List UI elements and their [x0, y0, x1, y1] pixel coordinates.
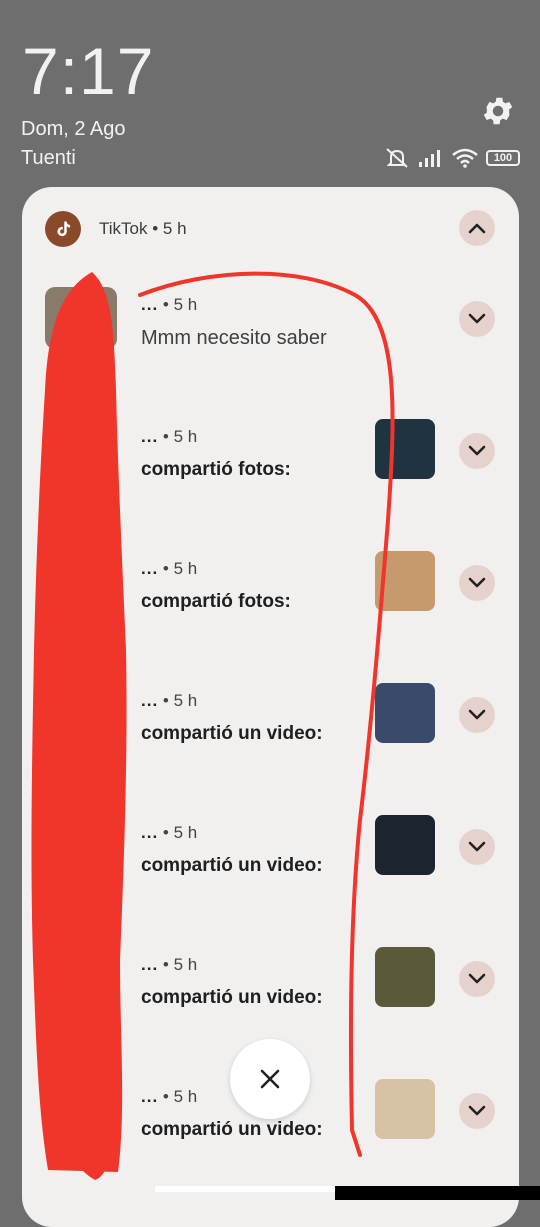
- separator-dot: •: [162, 559, 169, 578]
- media-thumbnail[interactable]: [375, 815, 435, 875]
- app-time: 5 h: [162, 219, 187, 238]
- notification-meta: ... • 5 h: [141, 955, 197, 975]
- expand-button[interactable]: [459, 961, 495, 997]
- notification-text: compartió fotos:: [141, 459, 291, 480]
- chevron-down-icon: [468, 445, 486, 456]
- separator-dot: •: [162, 1087, 169, 1106]
- app-name: TikTok • 5 h: [99, 219, 187, 239]
- notification-text: compartió un video:: [141, 723, 323, 744]
- settings-gear-icon[interactable]: [480, 93, 516, 129]
- notification-time: 5 h: [173, 955, 198, 974]
- notification-item[interactable]: ... • 5 h compartió un video:: [22, 683, 519, 815]
- separator-dot: •: [162, 955, 169, 974]
- separator-dot: •: [162, 691, 169, 710]
- notification-text: Mmm necesito saber: [141, 327, 327, 349]
- system-icons: 100: [384, 146, 520, 170]
- notification-item[interactable]: ... • 5 h Mmm necesito saber: [22, 287, 519, 419]
- notification-text: compartió un video:: [141, 855, 323, 876]
- chevron-down-icon: [468, 577, 486, 588]
- media-thumbnail[interactable]: [375, 551, 435, 611]
- chevron-down-icon: [468, 313, 486, 324]
- notification-item[interactable]: ... • 5 h compartió un video:: [22, 815, 519, 947]
- close-icon: [260, 1069, 280, 1089]
- separator-dot: •: [152, 219, 159, 238]
- avatar: [45, 551, 117, 613]
- notification-meta: ... • 5 h: [141, 1087, 197, 1107]
- separator-dot: •: [162, 823, 169, 842]
- battery-icon: 100: [486, 150, 520, 166]
- home-indicator: [155, 1186, 335, 1192]
- carrier-name: Tuenti: [21, 147, 76, 169]
- notification-item[interactable]: ... • 5 h compartió fotos:: [22, 551, 519, 683]
- notification-text: compartió fotos:: [141, 591, 291, 612]
- sender-name: ...: [141, 955, 159, 974]
- notification-item[interactable]: ... • 5 h compartió fotos:: [22, 419, 519, 551]
- signal-icon: [419, 150, 440, 167]
- expand-button[interactable]: [459, 565, 495, 601]
- chevron-down-icon: [468, 973, 486, 984]
- notification-meta: ... • 5 h: [141, 427, 197, 447]
- notification-meta: ... • 5 h: [141, 823, 197, 843]
- notification-time: 5 h: [173, 295, 198, 314]
- media-thumbnail[interactable]: [375, 419, 435, 479]
- notification-time: 5 h: [173, 823, 198, 842]
- avatar: [45, 287, 117, 349]
- sender-name: ...: [141, 427, 159, 446]
- sender-name: ...: [141, 559, 159, 578]
- media-thumbnail[interactable]: [375, 683, 435, 743]
- notification-time: 5 h: [173, 1087, 198, 1106]
- clear-all-button[interactable]: [230, 1039, 310, 1119]
- avatar: [45, 1079, 117, 1141]
- avatar: [45, 683, 117, 745]
- avatar: [45, 815, 117, 877]
- notification-time: 5 h: [173, 559, 198, 578]
- notification-meta: ... • 5 h: [141, 295, 197, 315]
- expand-button[interactable]: [459, 829, 495, 865]
- notification-text: compartió un video:: [141, 1119, 323, 1140]
- expand-button[interactable]: [459, 697, 495, 733]
- nav-bar-shadow: [335, 1186, 540, 1200]
- status-bar: 7:17 Dom, 2 Ago Tuenti 100: [0, 0, 540, 190]
- notification-text: compartió un video:: [141, 987, 323, 1008]
- app-header[interactable]: TikTok • 5 h: [22, 187, 519, 271]
- notification-meta: ... • 5 h: [141, 559, 197, 579]
- date: Dom, 2 Ago: [21, 118, 126, 140]
- avatar: [45, 419, 117, 481]
- chevron-down-icon: [468, 841, 486, 852]
- sender-name: ...: [141, 823, 159, 842]
- wifi-icon: [452, 148, 478, 168]
- expand-button[interactable]: [459, 433, 495, 469]
- chevron-down-icon: [468, 1105, 486, 1116]
- chevron-down-icon: [468, 709, 486, 720]
- avatar: [45, 947, 117, 1009]
- expand-button[interactable]: [459, 1093, 495, 1129]
- notification-meta: ... • 5 h: [141, 691, 197, 711]
- media-thumbnail[interactable]: [375, 947, 435, 1007]
- app-name-label: TikTok: [99, 219, 148, 238]
- collapse-button[interactable]: [459, 210, 495, 246]
- media-thumbnail[interactable]: [375, 1079, 435, 1139]
- mute-icon: [386, 148, 408, 168]
- chevron-up-icon: [468, 223, 486, 234]
- sender-name: ...: [141, 1087, 159, 1106]
- separator-dot: •: [162, 427, 169, 446]
- expand-button[interactable]: [459, 301, 495, 337]
- notification-time: 5 h: [173, 691, 198, 710]
- sender-name: ...: [141, 691, 159, 710]
- clock: 7:17: [22, 34, 155, 108]
- tiktok-logo-icon: [45, 211, 81, 247]
- separator-dot: •: [162, 295, 169, 314]
- notification-time: 5 h: [173, 427, 198, 446]
- sender-name: ...: [141, 295, 159, 314]
